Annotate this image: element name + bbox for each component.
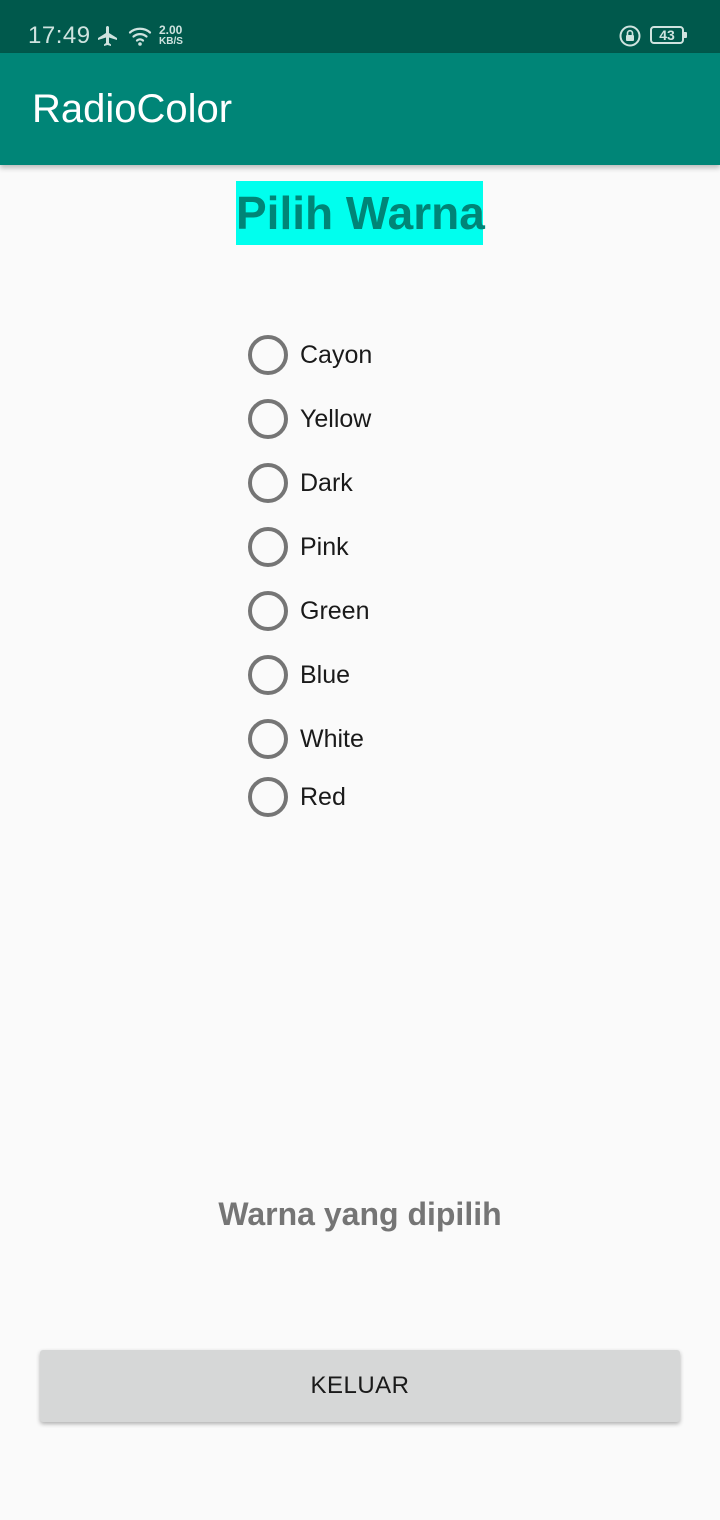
radio-option-blue[interactable]: Blue <box>248 655 350 695</box>
app-title: RadioColor <box>32 87 233 131</box>
radio-option-white[interactable]: White <box>248 719 364 759</box>
radio-option-pink[interactable]: Pink <box>248 527 349 567</box>
radio-button[interactable] <box>248 399 288 439</box>
radio-label: Cayon <box>300 340 373 369</box>
network-speed-unit: KB/S <box>159 36 183 47</box>
radio-option-green[interactable]: Green <box>248 591 369 631</box>
status-time: 17:49 <box>28 22 91 49</box>
status-bar: 17:49 2.00 KB/S 43 <box>0 0 720 53</box>
lock-icon <box>619 25 641 47</box>
radio-button[interactable] <box>248 591 288 631</box>
radio-label: Blue <box>300 660 351 689</box>
radio-label: Red <box>300 782 346 811</box>
app-bar: RadioColor <box>0 53 720 165</box>
radio-label: Pink <box>300 532 349 561</box>
radio-button[interactable] <box>248 655 288 695</box>
radio-label: Dark <box>300 468 353 497</box>
radio-button[interactable] <box>248 463 288 503</box>
radio-button[interactable] <box>248 527 288 567</box>
battery-level: 43 <box>659 27 675 43</box>
radio-label: Green <box>300 596 370 625</box>
radio-button[interactable] <box>248 719 288 759</box>
wifi-icon <box>128 27 152 46</box>
radio-option-yellow[interactable]: Yellow <box>248 399 371 439</box>
network-speed: 2.00 KB/S <box>159 24 183 48</box>
battery-icon: 43 <box>650 26 687 44</box>
radio-option-red[interactable]: Red <box>248 777 346 817</box>
selected-color-text: Warna yang dipilih <box>218 1196 502 1232</box>
airplane-icon <box>98 26 117 46</box>
radio-option-dark[interactable]: Dark <box>248 463 353 503</box>
network-speed-value: 2.00 <box>159 23 183 37</box>
radio-label: White <box>300 724 364 753</box>
radio-button[interactable] <box>248 335 288 375</box>
radio-option-cayon[interactable]: Cayon <box>248 335 372 375</box>
radio-button[interactable] <box>248 777 288 817</box>
page-heading: Pilih Warna <box>236 181 485 245</box>
radio-label: Yellow <box>300 404 372 433</box>
exit-button[interactable]: KELUAR <box>40 1350 680 1422</box>
